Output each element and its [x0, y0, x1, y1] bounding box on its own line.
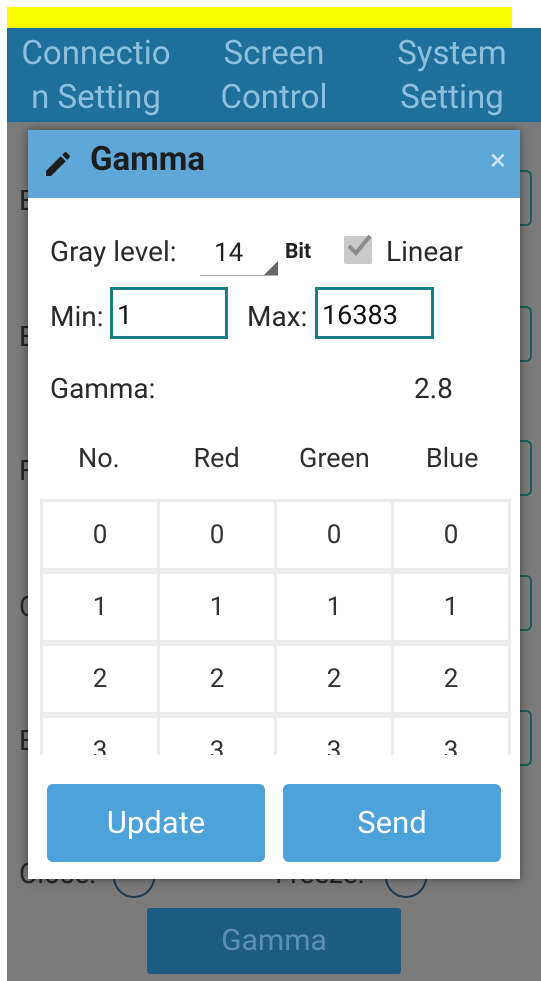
table-cell[interactable]: 2 — [160, 646, 274, 712]
table-cell[interactable]: 2 — [43, 646, 157, 712]
table-cell[interactable]: 3 — [394, 718, 508, 755]
column-header-no: No. — [77, 442, 120, 474]
bit-depth-value: 14 — [214, 238, 244, 268]
tab-system-setting[interactable]: System Setting — [363, 28, 541, 122]
table-header: No. Red Green Blue — [40, 442, 511, 474]
table-cell[interactable]: 3 — [277, 718, 391, 755]
table-cell[interactable]: 0 — [43, 502, 157, 568]
table-row: 0 0 0 0 — [40, 499, 511, 568]
min-input[interactable]: 1 — [110, 287, 228, 339]
gamma-slider[interactable] — [178, 378, 408, 404]
max-label: Max: — [247, 300, 308, 333]
table-cell[interactable]: 3 — [160, 718, 274, 755]
gray-level-label: Gray level: — [50, 235, 177, 268]
table-cell[interactable]: 0 — [160, 502, 274, 568]
status-bar — [7, 7, 512, 28]
pencil-icon — [46, 151, 71, 176]
gamma-open-button[interactable]: Gamma — [147, 908, 401, 974]
table-cell[interactable]: 2 — [277, 646, 391, 712]
table-row: 3 3 3 3 — [40, 715, 511, 755]
tab-screen-control[interactable]: Screen Control — [185, 28, 363, 122]
gamma-label: Gamma: — [50, 372, 156, 405]
close-icon[interactable]: × — [490, 144, 506, 178]
table-row: 1 1 1 1 — [40, 571, 511, 640]
table-cell[interactable]: 2 — [394, 646, 508, 712]
tab-bar: Connectio n Setting Screen Control Syste… — [7, 28, 541, 122]
column-header-green: Green — [298, 442, 370, 474]
table-cell[interactable]: 1 — [277, 574, 391, 640]
table-row: 2 2 2 2 — [40, 643, 511, 712]
table-cell[interactable]: 0 — [277, 502, 391, 568]
gamma-table[interactable]: 0 0 0 0 1 1 1 1 2 2 2 2 3 3 3 3 — [40, 499, 511, 755]
dialog-title: Gamma — [90, 140, 205, 179]
table-cell[interactable]: 1 — [394, 574, 508, 640]
dropdown-arrow-icon — [264, 261, 278, 275]
min-label: Min: — [50, 300, 104, 333]
table-cell[interactable]: 3 — [43, 718, 157, 755]
linear-checkbox[interactable] — [344, 234, 372, 264]
gamma-dialog: Gamma × Gray level: 14 Bit Linear Min: 1… — [28, 130, 520, 879]
column-header-red: Red — [193, 442, 240, 474]
table-cell[interactable]: 0 — [394, 502, 508, 568]
checkmark-icon — [347, 234, 372, 256]
gamma-value: 2.8 — [414, 372, 453, 405]
table-cell[interactable]: 1 — [160, 574, 274, 640]
dialog-header: Gamma × — [28, 130, 520, 198]
tab-connection-setting[interactable]: Connectio n Setting — [7, 28, 185, 122]
bit-depth-select[interactable]: 14 — [200, 233, 278, 276]
update-button[interactable]: Update — [47, 784, 265, 862]
max-input[interactable]: 16383 — [315, 287, 434, 339]
table-cell[interactable]: 1 — [43, 574, 157, 640]
bit-unit-label: Bit — [285, 240, 312, 264]
linear-label: Linear — [386, 235, 463, 268]
column-header-blue: Blue — [425, 442, 479, 474]
send-button[interactable]: Send — [283, 784, 501, 862]
